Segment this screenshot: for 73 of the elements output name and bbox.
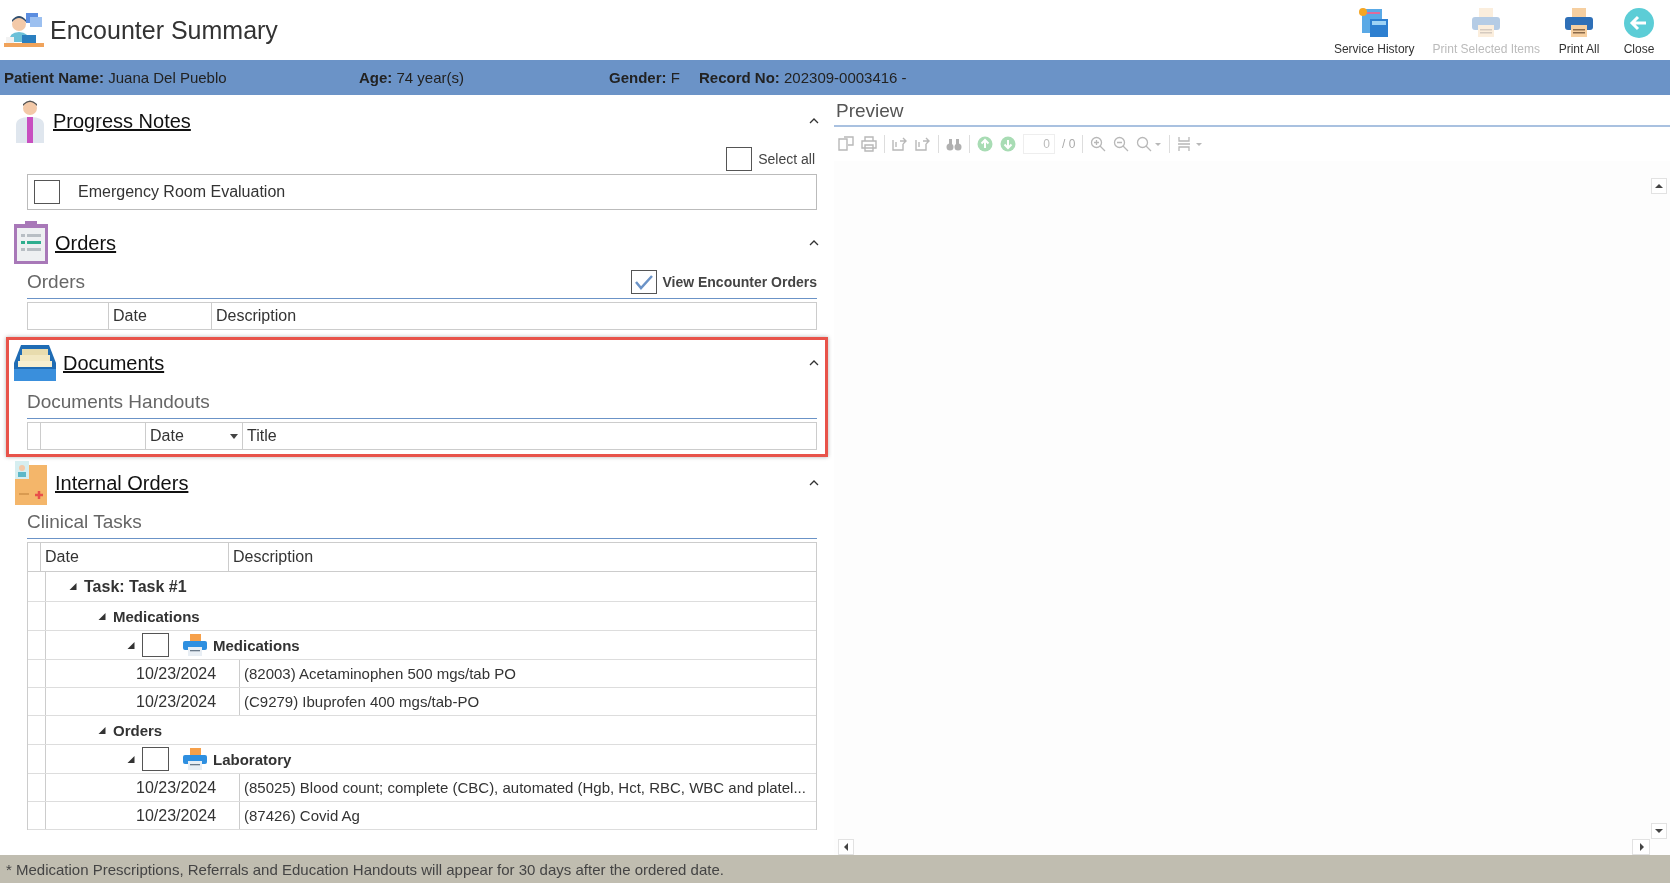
preview-title: Preview (834, 97, 1670, 127)
collapse-caret-icon[interactable] (809, 240, 819, 246)
expand-triangle-icon[interactable] (126, 641, 136, 649)
column-header[interactable]: Title (243, 423, 816, 449)
printer-icon (1470, 7, 1503, 39)
column-header[interactable]: Description (212, 303, 816, 329)
scroll-down-button[interactable] (1651, 823, 1667, 839)
subsection-title: Documents Handouts (27, 391, 210, 413)
select-all-checkbox[interactable] (726, 147, 753, 171)
column-header[interactable]: Description (229, 543, 816, 571)
printer-icon (183, 634, 207, 656)
doctor-icon (13, 99, 47, 143)
expand-triangle-icon[interactable] (97, 612, 107, 620)
section-title-link[interactable]: Documents (63, 351, 165, 375)
patient-info: Record No: 202309-0003416 - (699, 69, 907, 86)
table-cell-text: (82003) Acetaminophen 500 mgs/tab PO (243, 664, 517, 684)
table-cell-text: (87426) Covid Ag (243, 806, 361, 826)
collapse-caret-icon[interactable] (809, 480, 819, 486)
view-encounter-orders-checkbox[interactable] (631, 270, 658, 294)
toolbar-button[interactable]: Service History (1327, 3, 1421, 60)
tree-node-label: Medications (113, 607, 200, 625)
patient-info: Gender: F (609, 69, 681, 86)
calculator-sheet-icon (1358, 7, 1391, 39)
note-row[interactable]: Emergency Room Evaluation (27, 174, 817, 210)
table-cell: 10/23/2024 (132, 774, 240, 801)
dropdown-arrow-icon[interactable] (230, 433, 238, 439)
checkbox-label: View Encounter Orders (662, 274, 817, 290)
expand-triangle-icon[interactable] (97, 726, 107, 734)
select-all-label: Select all (758, 151, 815, 167)
tree-node-label: Task: Task #1 (84, 577, 187, 596)
section-title-link[interactable]: Internal Orders (55, 471, 189, 495)
triangle-down-icon (1654, 826, 1664, 836)
column-header[interactable]: Date (109, 303, 212, 329)
subsection-title: Clinical Tasks (27, 511, 142, 533)
section-title-link[interactable]: Progress Notes (53, 109, 191, 133)
note-label: Emergency Room Evaluation (78, 183, 286, 201)
patient-info: Age: 74 year(s) (359, 69, 466, 86)
subsection-title: Orders (27, 271, 86, 293)
toolbar-button[interactable]: Close (1612, 3, 1666, 60)
expand-triangle-icon[interactable] (68, 583, 78, 590)
collapse-caret-icon[interactable] (809, 118, 819, 124)
scroll-right-button[interactable] (1632, 839, 1650, 855)
row-checkbox[interactable] (142, 633, 169, 657)
collapse-caret-icon[interactable] (809, 360, 819, 366)
triangle-right-icon (1637, 842, 1647, 852)
printer-icon (1563, 7, 1595, 39)
table-cell: 10/23/2024 (132, 802, 240, 829)
inbox-tray-icon (13, 343, 57, 383)
tree-node-label: Medications (213, 636, 300, 654)
folder-icon (13, 461, 49, 505)
printer-icon (183, 748, 207, 770)
scroll-up-button[interactable] (1651, 178, 1667, 194)
row-checkbox[interactable] (142, 747, 169, 771)
note-checkbox[interactable] (34, 180, 60, 204)
table-cell-text: (C9279) Ibuprofen 400 mgs/tab-PO (243, 692, 481, 712)
column-header[interactable]: Date (146, 423, 243, 449)
tree-node-label: Orders (113, 721, 163, 739)
clipboard-icon (13, 221, 49, 265)
table-cell-text: (85025) Blood count; complete (CBC), automated (Hgb, Hct, RBC, WBC and platel... (243, 778, 807, 798)
table-cell: 10/23/2024 (132, 660, 240, 687)
tree-node-label: Laboratory (213, 750, 292, 768)
patient-info: Patient Name: Juana Del Pueblo (4, 69, 228, 86)
page-count: / 0 (1062, 137, 1076, 151)
expand-triangle-icon[interactable] (126, 755, 136, 763)
window-title: Encounter Summary (50, 15, 278, 45)
column-header[interactable]: Date (41, 543, 229, 571)
section-title-link[interactable]: Orders (55, 231, 117, 255)
doctor-at-desk-icon (4, 12, 44, 48)
table-cell: 10/23/2024 (132, 688, 240, 715)
toolbar-button[interactable]: Print All (1552, 3, 1606, 60)
scroll-left-button[interactable] (838, 839, 854, 855)
footer-note: * Medication Prescriptions, Referrals and Education Handouts will appear for 30 days after the ordered date. (0, 855, 1670, 883)
triangle-up-icon (1654, 181, 1664, 191)
